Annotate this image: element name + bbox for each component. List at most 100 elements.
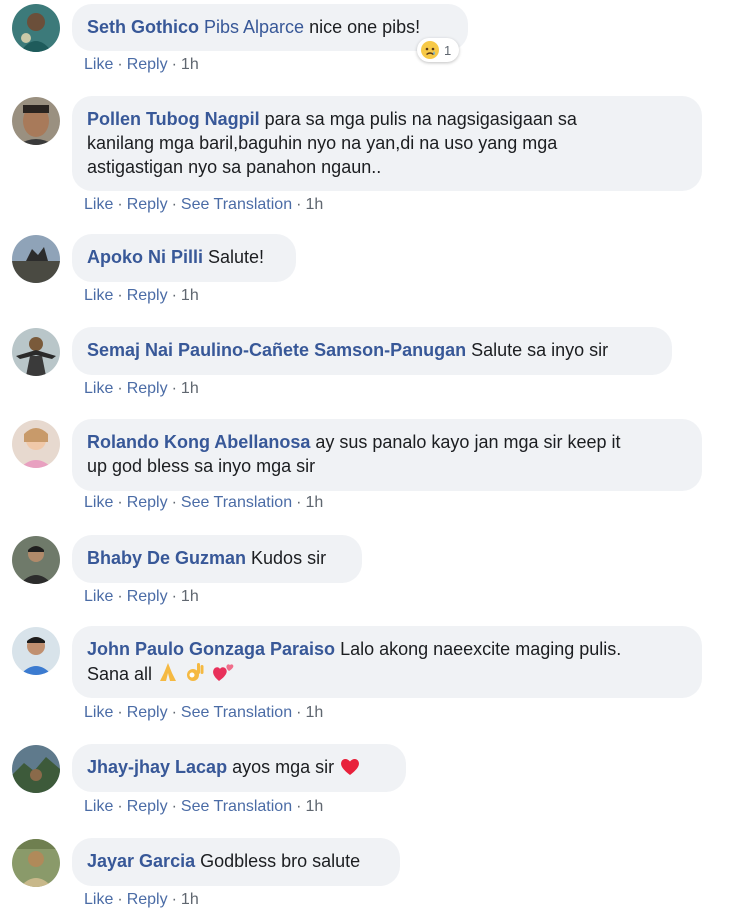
comment-author[interactable]: Seth Gothico (87, 17, 199, 37)
like-link[interactable]: Like (84, 704, 113, 721)
comment-actions: Like · Reply · 1h (84, 890, 199, 910)
separator: · (117, 56, 123, 73)
like-link[interactable]: Like (84, 287, 113, 304)
see-translation-link[interactable]: See Translation (181, 196, 292, 213)
separator: · (171, 494, 177, 511)
like-link[interactable]: Like (84, 196, 113, 213)
avatar[interactable] (12, 235, 60, 283)
reply-link[interactable]: Reply (127, 196, 168, 213)
comment-actions: Like · Reply · See Translation · 1h (84, 797, 323, 817)
ok-hand-icon (187, 663, 204, 681)
comment-text: ayos mga sir (232, 757, 335, 777)
comment-bubble: Apoko Ni Pilli Salute! (72, 234, 296, 282)
comment-author[interactable]: John Paulo Gonzaga Paraiso (87, 639, 335, 659)
timestamp[interactable]: 1h (181, 287, 199, 304)
comment-bubble: Jhay-jhay Lacap ayos mga sir (72, 744, 406, 792)
timestamp[interactable]: 1h (181, 891, 199, 908)
reply-link[interactable]: Reply (127, 798, 168, 815)
comment-text: ay sus panalo kayo jan mga sir keep it (315, 432, 621, 452)
comment-actions: Like · Reply · See Translation · 1h (84, 703, 323, 723)
timestamp[interactable]: 1h (305, 494, 323, 511)
comment-author[interactable]: Apoko Ni Pilli (87, 247, 203, 267)
reply-link[interactable]: Reply (127, 704, 168, 721)
avatar[interactable] (12, 536, 60, 584)
comment-author[interactable]: Pollen Tubog Nagpil (87, 109, 260, 129)
timestamp[interactable]: 1h (181, 588, 199, 605)
avatar[interactable] (12, 627, 60, 675)
like-link[interactable]: Like (84, 798, 113, 815)
comment-author[interactable]: Semaj Nai Paulino-Cañete Samson-Panugan (87, 340, 466, 360)
comment-text: para sa mga pulis na nagsigasigaan sa (264, 109, 577, 129)
separator: · (296, 704, 302, 721)
like-link[interactable]: Like (84, 380, 113, 397)
see-translation-link[interactable]: See Translation (181, 494, 292, 511)
sad-face-icon (421, 41, 439, 59)
comment-actions: Like · Reply · See Translation · 1h (84, 493, 323, 513)
separator: · (296, 798, 302, 815)
avatar[interactable] (12, 97, 60, 145)
separator: · (117, 704, 123, 721)
like-link[interactable]: Like (84, 494, 113, 511)
reply-link[interactable]: Reply (127, 588, 168, 605)
avatar[interactable] (12, 839, 60, 887)
comment-text: up god bless sa inyo mga sir (87, 456, 316, 476)
mention-link[interactable]: Pibs Alparce (204, 17, 304, 37)
reply-link[interactable]: Reply (127, 891, 168, 908)
separator: · (117, 891, 123, 908)
see-translation-link[interactable]: See Translation (181, 704, 292, 721)
comment-bubble: Seth Gothico Pibs Alparce nice one pibs! (72, 4, 468, 51)
avatar[interactable] (12, 4, 60, 52)
separator: · (117, 380, 123, 397)
comment-author[interactable]: Bhaby De Guzman (87, 548, 246, 568)
timestamp[interactable]: 1h (305, 704, 323, 721)
comment-bubble: Semaj Nai Paulino-Cañete Samson-Panugan S… (72, 327, 672, 375)
separator: · (171, 196, 177, 213)
reply-link[interactable]: Reply (127, 494, 168, 511)
comment-actions: Like · Reply · 1h (84, 587, 199, 607)
see-translation-link[interactable]: See Translation (181, 798, 292, 815)
two-hearts-icon (213, 664, 234, 681)
separator: · (296, 494, 302, 511)
reaction-count-badge[interactable]: 1 (417, 38, 460, 62)
separator: · (117, 494, 123, 511)
comment-text: Sana all (87, 664, 153, 684)
reply-link[interactable]: Reply (127, 56, 168, 73)
separator: · (171, 891, 177, 908)
timestamp[interactable]: 1h (305, 196, 323, 213)
avatar[interactable] (12, 745, 60, 793)
timestamp[interactable]: 1h (181, 380, 199, 397)
avatar[interactable] (12, 420, 60, 468)
folded-hands-icon (160, 663, 177, 681)
comment-actions: Like · Reply · 1h (84, 55, 199, 75)
timestamp[interactable]: 1h (305, 798, 323, 815)
comment-text: Godbless bro salute (200, 851, 361, 871)
timestamp[interactable]: 1h (181, 56, 199, 73)
like-link[interactable]: Like (84, 56, 113, 73)
reaction-count: 1 (444, 42, 452, 58)
separator: · (117, 588, 123, 605)
comment-actions: Like · Reply · See Translation · 1h (84, 195, 323, 215)
comment-bubble: John Paulo Gonzaga Paraiso Lalo akong nae… (72, 626, 702, 698)
like-link[interactable]: Like (84, 588, 113, 605)
avatar[interactable] (12, 328, 60, 376)
comment-text: astigastigan nyo sa panahon ngaun.. (87, 157, 382, 177)
separator: · (117, 798, 123, 815)
separator: · (171, 380, 177, 397)
comment-text: nice one pibs! (309, 17, 421, 37)
reply-link[interactable]: Reply (127, 287, 168, 304)
comment-text: Kudos sir (251, 548, 327, 568)
comment-actions: Like · Reply · 1h (84, 379, 199, 399)
like-link[interactable]: Like (84, 891, 113, 908)
separator: · (117, 196, 123, 213)
separator: · (171, 798, 177, 815)
separator: · (171, 588, 177, 605)
reply-link[interactable]: Reply (127, 380, 168, 397)
comment-author[interactable]: Rolando Kong Abellanosa (87, 432, 310, 452)
comment-author[interactable]: Jayar Garcia (87, 851, 195, 871)
separator: · (117, 287, 123, 304)
comment-actions: Like · Reply · 1h (84, 286, 199, 306)
separator: · (296, 196, 302, 213)
comment-text: Salute! (208, 247, 265, 267)
separator: · (171, 287, 177, 304)
comment-author[interactable]: Jhay-jhay Lacap (87, 757, 227, 777)
